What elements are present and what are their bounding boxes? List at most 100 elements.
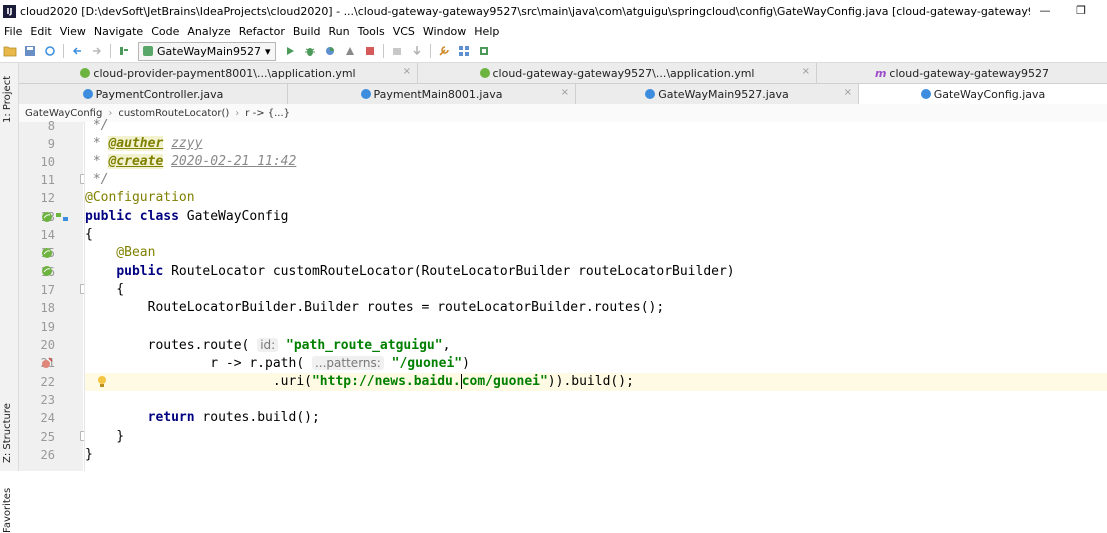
- intention-lightbulb-icon[interactable]: [97, 375, 107, 387]
- class-icon: [920, 89, 931, 99]
- code-line: public class GateWayConfig: [85, 209, 289, 224]
- save-icon[interactable]: [22, 43, 38, 59]
- title-bar: IJ cloud2020 [D:\devSoft\JetBrains\IdeaP…: [0, 0, 1107, 22]
- back-arrow-icon[interactable]: [69, 43, 85, 59]
- line-number: 9: [47, 137, 55, 151]
- favorites-tool-button[interactable]: Favorites: [2, 488, 13, 533]
- close-icon[interactable]: ×: [561, 87, 569, 98]
- tab-gateway-config[interactable]: GateWayConfig.java: [859, 84, 1107, 104]
- vcs-commit-icon[interactable]: [409, 43, 425, 59]
- spring-config-icon[interactable]: [41, 211, 53, 223]
- run-icon[interactable]: [282, 43, 298, 59]
- build-hammer-icon[interactable]: [116, 43, 132, 59]
- menu-window[interactable]: Window: [419, 25, 470, 38]
- tab-gateway9527-application-yml[interactable]: cloud-gateway-gateway9527\...\applicatio…: [418, 63, 817, 83]
- line-number: 11: [40, 173, 55, 187]
- line-number: 26: [40, 448, 55, 462]
- left-tool-strip: 1: Project Z: Structure Favorites: [0, 63, 19, 533]
- code-line: */: [85, 172, 109, 187]
- code-line: public RouteLocator customRouteLocator(R…: [116, 264, 735, 279]
- line-number: 20: [40, 338, 55, 352]
- menu-help[interactable]: Help: [470, 25, 503, 38]
- run-config-label: GateWayMain9527: [157, 44, 262, 58]
- close-icon[interactable]: ×: [844, 87, 852, 98]
- tab-payment8001-application-yml[interactable]: cloud-provider-payment8001\...\applicati…: [19, 63, 418, 83]
- code-line: RouteLocatorBuilder.Builder routes = rou…: [85, 300, 665, 315]
- line-number: 17: [40, 283, 55, 297]
- settings-wrench-icon[interactable]: [436, 43, 452, 59]
- line-number: 10: [40, 155, 55, 169]
- menu-vcs[interactable]: VCS: [389, 25, 419, 38]
- menu-refactor[interactable]: Refactor: [235, 25, 289, 38]
- stop-icon[interactable]: [362, 43, 378, 59]
- menu-file[interactable]: File: [0, 25, 26, 38]
- code-line: {: [85, 282, 125, 297]
- tab-gateway9527-pom[interactable]: m cloud-gateway-gateway9527: [817, 63, 1107, 83]
- code-line: routes.route( id: "path_route_atguigu",: [85, 338, 451, 353]
- parameter-hint: id:: [257, 338, 279, 352]
- yml-icon: [80, 68, 91, 78]
- line-number: 19: [40, 320, 55, 334]
- menu-build[interactable]: Build: [289, 25, 325, 38]
- intellij-logo-icon: IJ: [3, 4, 16, 18]
- menu-view[interactable]: View: [56, 25, 90, 38]
- open-folder-icon[interactable]: [2, 43, 18, 59]
- menu-edit[interactable]: Edit: [26, 25, 55, 38]
- code-line: r -> r.path( ...patterns: "/guonei"): [85, 356, 470, 371]
- editor-tab-row-2: PaymentController.java PaymentMain8001.j…: [19, 84, 1107, 105]
- code-line: return routes.build();: [147, 410, 320, 425]
- minimize-button[interactable]: —: [1030, 2, 1060, 20]
- parameter-hint: ...patterns:: [311, 356, 384, 370]
- line-number: 12: [40, 191, 55, 205]
- close-icon[interactable]: ×: [403, 66, 411, 77]
- class-icon: [82, 89, 93, 99]
- code-line: * @auther zzyy: [85, 136, 203, 151]
- editor-gutter[interactable]: 8 9 10 11 12 13 14 15 16 17 18 19 20 21 …: [19, 119, 90, 471]
- profile-icon[interactable]: [342, 43, 358, 59]
- run-configuration-selector[interactable]: GateWayMain9527 ▾: [138, 41, 276, 61]
- toolbar-separator: [382, 44, 384, 58]
- code-line: @Bean: [85, 245, 156, 260]
- menu-code[interactable]: Code: [147, 25, 183, 38]
- vcs-update-icon[interactable]: [389, 43, 405, 59]
- menu-navigate[interactable]: Navigate: [90, 25, 147, 38]
- window-title: cloud2020 [D:\devSoft\JetBrains\IdeaProj…: [20, 4, 1030, 18]
- code-line: }: [85, 447, 93, 462]
- line-number: 14: [40, 228, 55, 242]
- tab-payment-controller[interactable]: PaymentController.java: [19, 84, 288, 104]
- coverage-icon[interactable]: [322, 43, 338, 59]
- lambda-override-icon[interactable]: [41, 357, 53, 369]
- menu-bar: File Edit View Navigate Code Analyze Ref…: [0, 22, 1107, 40]
- line-number: 8: [47, 119, 55, 133]
- spring-bean-icon[interactable]: [41, 247, 53, 259]
- tab-gateway-main-9527[interactable]: GateWayMain9527.java ×: [576, 84, 859, 104]
- code-editor[interactable]: */ * @auther zzyy * @create 2020-02-21 1…: [85, 118, 1107, 471]
- code-line: */: [85, 118, 109, 133]
- toolbar-separator: [63, 44, 64, 58]
- menu-run[interactable]: Run: [325, 25, 354, 38]
- close-icon[interactable]: ×: [802, 66, 810, 77]
- sync-icon[interactable]: [42, 43, 58, 59]
- debug-bug-icon[interactable]: [302, 43, 318, 59]
- project-structure-icon[interactable]: [456, 43, 472, 59]
- bean-navigation-icon[interactable]: [55, 211, 68, 223]
- editor-tab-row-1: cloud-provider-payment8001\...\applicati…: [19, 63, 1107, 84]
- toolbar-separator: [429, 44, 431, 58]
- forward-arrow-icon[interactable]: [89, 43, 105, 59]
- line-number: 24: [40, 411, 55, 425]
- menu-analyze[interactable]: Analyze: [183, 25, 234, 38]
- line-number: 25: [40, 430, 55, 444]
- spring-bean-icon[interactable]: [41, 265, 53, 277]
- line-number: 18: [40, 301, 55, 315]
- current-code-line: .uri("http://news.baidu.com/guonei")).bu…: [85, 373, 1107, 392]
- line-number: 23: [40, 393, 55, 407]
- code-line: {: [85, 227, 93, 242]
- structure-tool-button[interactable]: Z: Structure: [2, 403, 13, 463]
- maximize-button[interactable]: ❐: [1066, 2, 1096, 20]
- maven-icon: m: [874, 66, 887, 80]
- tab-payment-main-8001[interactable]: PaymentMain8001.java ×: [288, 84, 576, 104]
- sdk-manager-icon[interactable]: [476, 43, 492, 59]
- project-tool-button[interactable]: 1: Project: [2, 76, 13, 123]
- menu-tools[interactable]: Tools: [354, 25, 389, 38]
